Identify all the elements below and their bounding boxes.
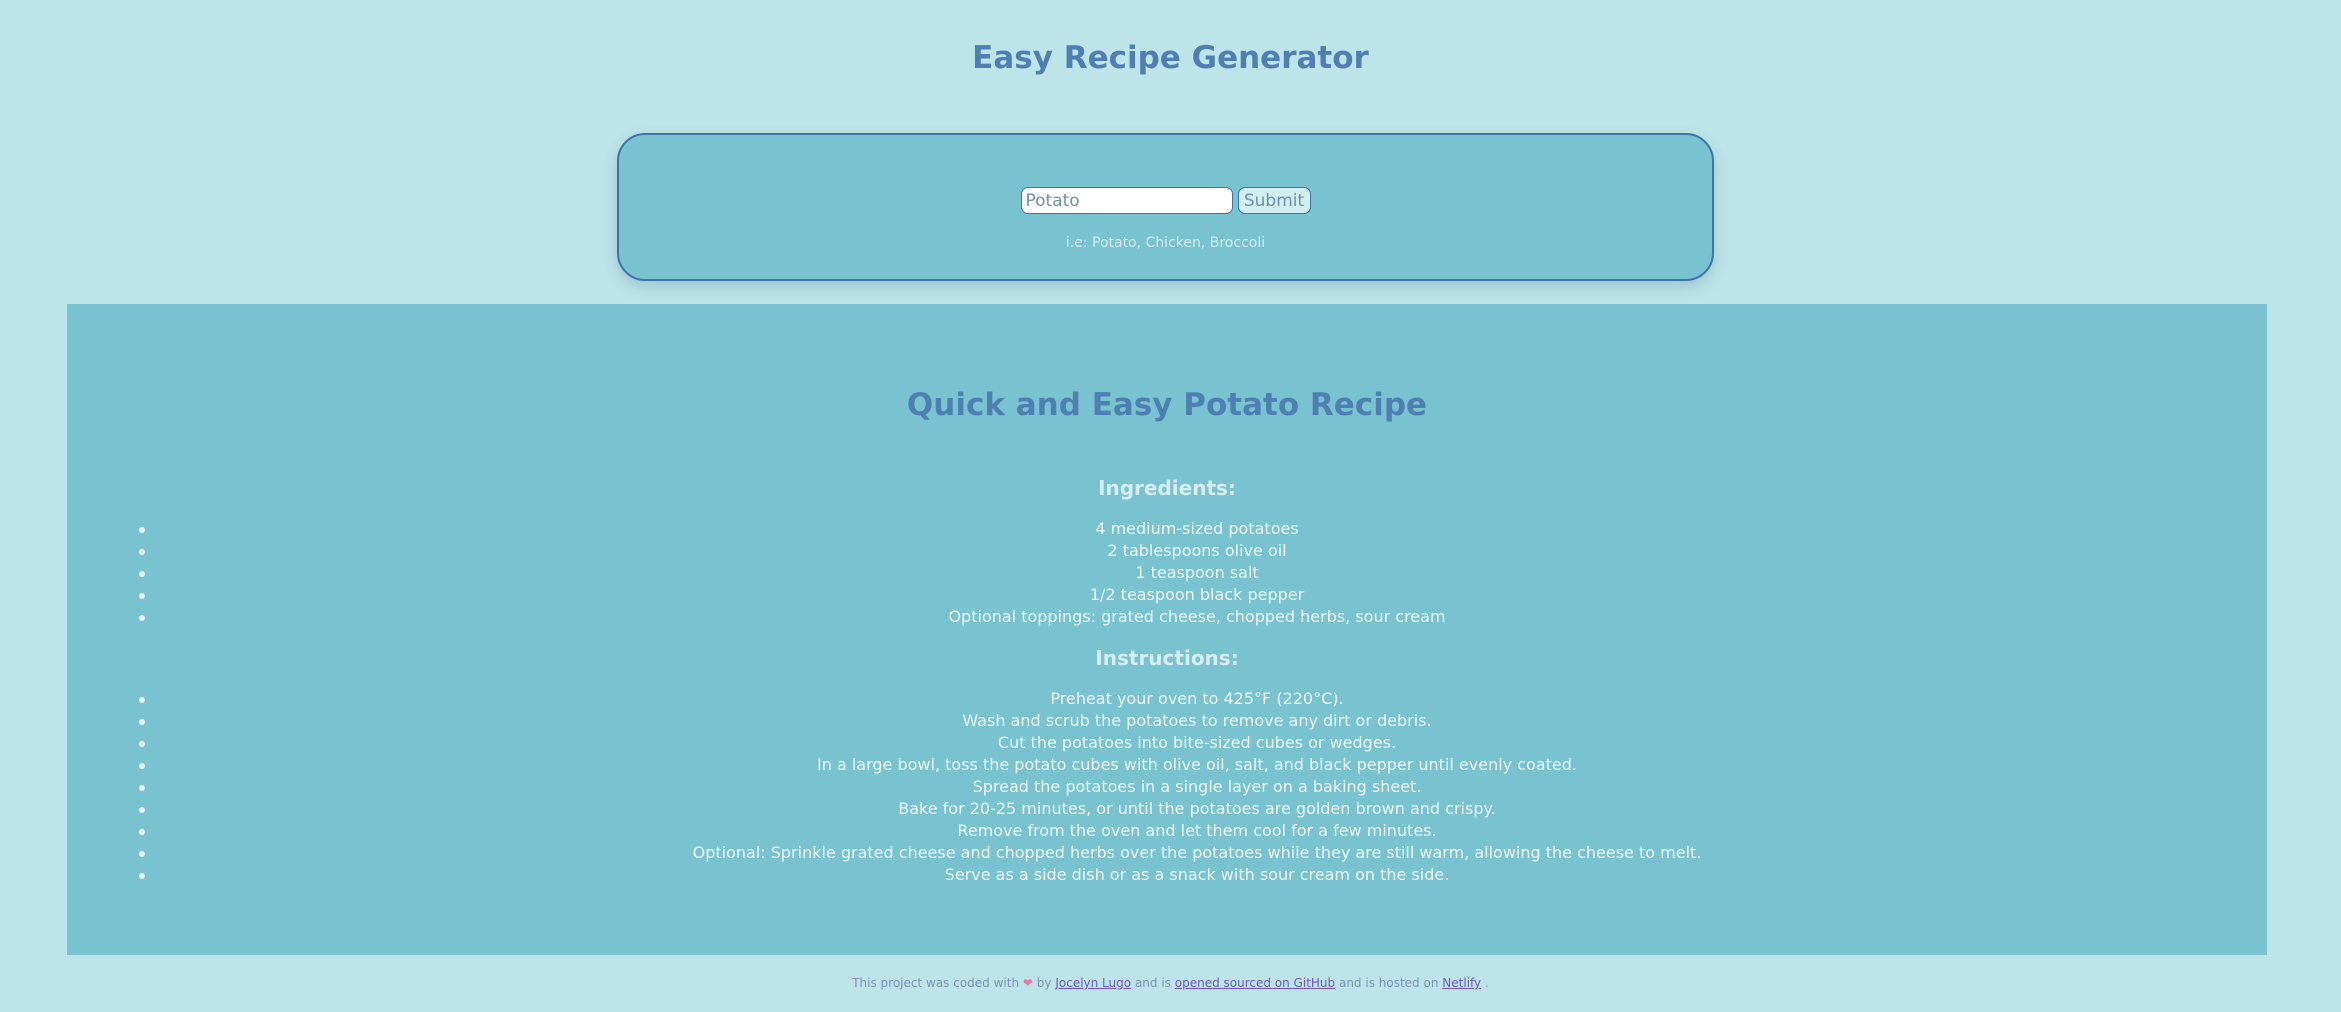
bullet-icon: [139, 593, 145, 599]
instruction-item: Optional: Sprinkle grated cheese and cho…: [67, 842, 2267, 864]
bullet-icon: [139, 615, 145, 621]
footer-by-text: by: [1036, 976, 1052, 990]
ingredient-text: 1 teaspoon salt: [1135, 563, 1259, 582]
instruction-text: Remove from the oven and let them cool f…: [957, 821, 1437, 840]
ingredient-text: 4 medium-sized potatoes: [1095, 519, 1299, 538]
instruction-text: Cut the potatoes into bite-sized cubes o…: [997, 733, 1397, 752]
footer-hosted-text: and is hosted on: [1338, 976, 1439, 990]
instruction-text: Preheat your oven to 425°F (220°C).: [1050, 689, 1344, 708]
instruction-text: Serve as a side dish or as a snack with …: [944, 865, 1450, 884]
instruction-text: In a large bowl, toss the potato cubes w…: [817, 755, 1577, 774]
instruction-item: Serve as a side dish or as a snack with …: [67, 864, 2267, 886]
instruction-item: Bake for 20-25 minutes, or until the pot…: [67, 798, 2267, 820]
recipe-title: Quick and Easy Potato Recipe: [906, 387, 1428, 423]
ingredient-item: 2 tablespoons olive oil: [67, 540, 2267, 562]
instruction-text: Wash and scrub the potatoes to remove an…: [962, 711, 1432, 730]
instruction-text: Optional: Sprinkle grated cheese and cho…: [692, 843, 1702, 862]
instruction-item: In a large bowl, toss the potato cubes w…: [67, 754, 2267, 776]
bullet-icon: [139, 763, 145, 769]
bullet-icon: [139, 571, 145, 577]
recipe-panel: Quick and Easy Potato Recipe Ingredients…: [67, 304, 2267, 955]
bullet-icon: [139, 829, 145, 835]
bullet-icon: [139, 873, 145, 879]
bullet-icon: [139, 719, 145, 725]
search-card: Submit i.e: Potato, Chicken, Broccoli: [617, 133, 1714, 281]
footer-text: This project was coded with: [852, 976, 1020, 990]
bullet-icon: [139, 785, 145, 791]
instruction-text: Spread the potatoes in a single layer on…: [972, 777, 1422, 796]
ingredient-item: 1/2 teaspoon black pepper: [67, 584, 2267, 606]
instruction-item: Preheat your oven to 425°F (220°C).: [67, 688, 2267, 710]
github-link[interactable]: opened sourced on GitHub: [1175, 976, 1335, 990]
ingredient-text: Optional toppings: grated cheese, choppe…: [948, 607, 1446, 626]
app-title: Easy Recipe Generator: [972, 40, 1369, 76]
bullet-icon: [139, 549, 145, 555]
search-input[interactable]: [1020, 187, 1233, 214]
instruction-text: Bake for 20-25 minutes, or until the pot…: [898, 799, 1496, 818]
ingredient-text: 2 tablespoons olive oil: [1107, 541, 1287, 560]
instruction-item: Spread the potatoes in a single layer on…: [67, 776, 2267, 798]
ingredients-list: 4 medium-sized potatoes 2 tablespoons ol…: [67, 518, 2267, 628]
ingredient-text: 1/2 teaspoon black pepper: [1089, 585, 1305, 604]
bullet-icon: [139, 807, 145, 813]
search-form: Submit: [619, 187, 1712, 214]
bullet-icon: [139, 697, 145, 703]
ingredient-item: Optional toppings: grated cheese, choppe…: [67, 606, 2267, 628]
heart-icon: ❤: [1022, 976, 1033, 990]
bullet-icon: [139, 741, 145, 747]
submit-button[interactable]: Submit: [1237, 187, 1311, 214]
bullet-icon: [139, 851, 145, 857]
instruction-item: Wash and scrub the potatoes to remove an…: [67, 710, 2267, 732]
ingredients-heading: Ingredients:: [1098, 476, 1236, 500]
instructions-list: Preheat your oven to 425°F (220°C). Wash…: [67, 688, 2267, 886]
instruction-item: Remove from the oven and let them cool f…: [67, 820, 2267, 842]
netlify-link[interactable]: Netlify: [1442, 976, 1481, 990]
instruction-item: Cut the potatoes into bite-sized cubes o…: [67, 732, 2267, 754]
footer-and-is-text: and is: [1134, 976, 1171, 990]
footer-end-text: .: [1484, 976, 1489, 990]
instructions-heading: Instructions:: [1095, 646, 1239, 670]
author-link[interactable]: Jocelyn Lugo: [1055, 976, 1131, 990]
ingredient-item: 4 medium-sized potatoes: [67, 518, 2267, 540]
bullet-icon: [139, 527, 145, 533]
footer: This project was coded with ❤ by Jocelyn…: [0, 976, 2341, 990]
search-hint: i.e: Potato, Chicken, Broccoli: [1065, 235, 1266, 251]
ingredient-item: 1 teaspoon salt: [67, 562, 2267, 584]
